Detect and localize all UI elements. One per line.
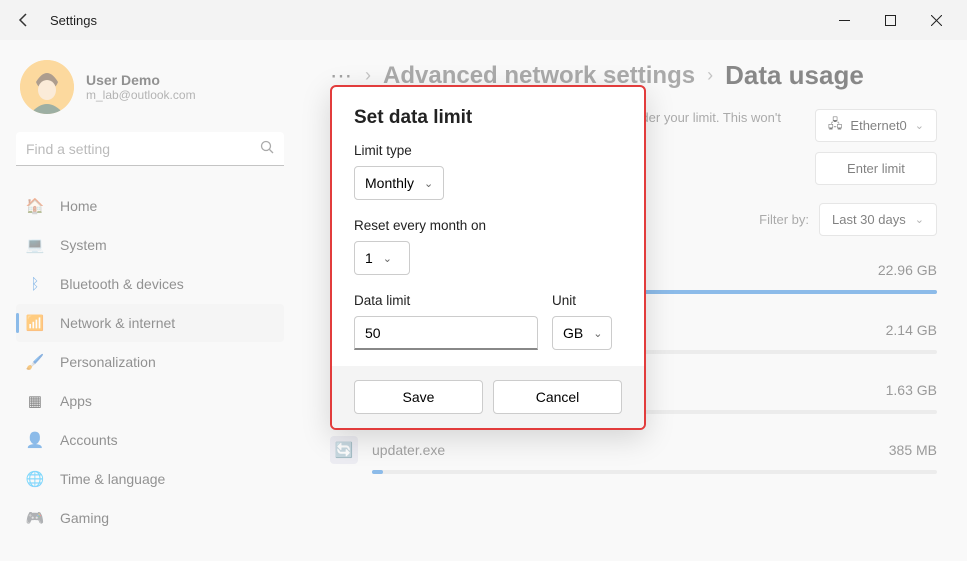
- maximize-button[interactable]: [867, 4, 913, 36]
- limit-type-value: Monthly: [365, 175, 414, 191]
- data-limit-label: Data limit: [354, 293, 538, 308]
- window-controls: [821, 4, 959, 36]
- chevron-down-icon: ⌄: [593, 327, 602, 340]
- reset-day-value: 1: [365, 250, 373, 266]
- titlebar: Settings: [0, 0, 967, 40]
- close-icon: [931, 15, 942, 26]
- save-button[interactable]: Save: [354, 380, 483, 414]
- reset-label: Reset every month on: [354, 218, 622, 233]
- back-button[interactable]: [8, 4, 40, 36]
- unit-value: GB: [563, 325, 583, 341]
- arrow-left-icon: [16, 12, 32, 28]
- unit-dropdown[interactable]: GB ⌄: [552, 316, 612, 350]
- chevron-down-icon: ⌄: [383, 252, 392, 265]
- chevron-down-icon: ⌄: [424, 177, 433, 190]
- set-data-limit-dialog: Set data limit Limit type Monthly ⌄ Rese…: [330, 85, 646, 430]
- reset-day-dropdown[interactable]: 1 ⌄: [354, 241, 410, 275]
- window-title: Settings: [50, 13, 97, 28]
- limit-type-label: Limit type: [354, 143, 622, 158]
- cancel-button[interactable]: Cancel: [493, 380, 622, 414]
- data-limit-input[interactable]: [354, 316, 538, 350]
- unit-label: Unit: [552, 293, 622, 308]
- maximize-icon: [885, 15, 896, 26]
- limit-type-dropdown[interactable]: Monthly ⌄: [354, 166, 444, 200]
- close-button[interactable]: [913, 4, 959, 36]
- minimize-icon: [839, 15, 850, 26]
- dialog-title: Set data limit: [354, 107, 622, 129]
- minimize-button[interactable]: [821, 4, 867, 36]
